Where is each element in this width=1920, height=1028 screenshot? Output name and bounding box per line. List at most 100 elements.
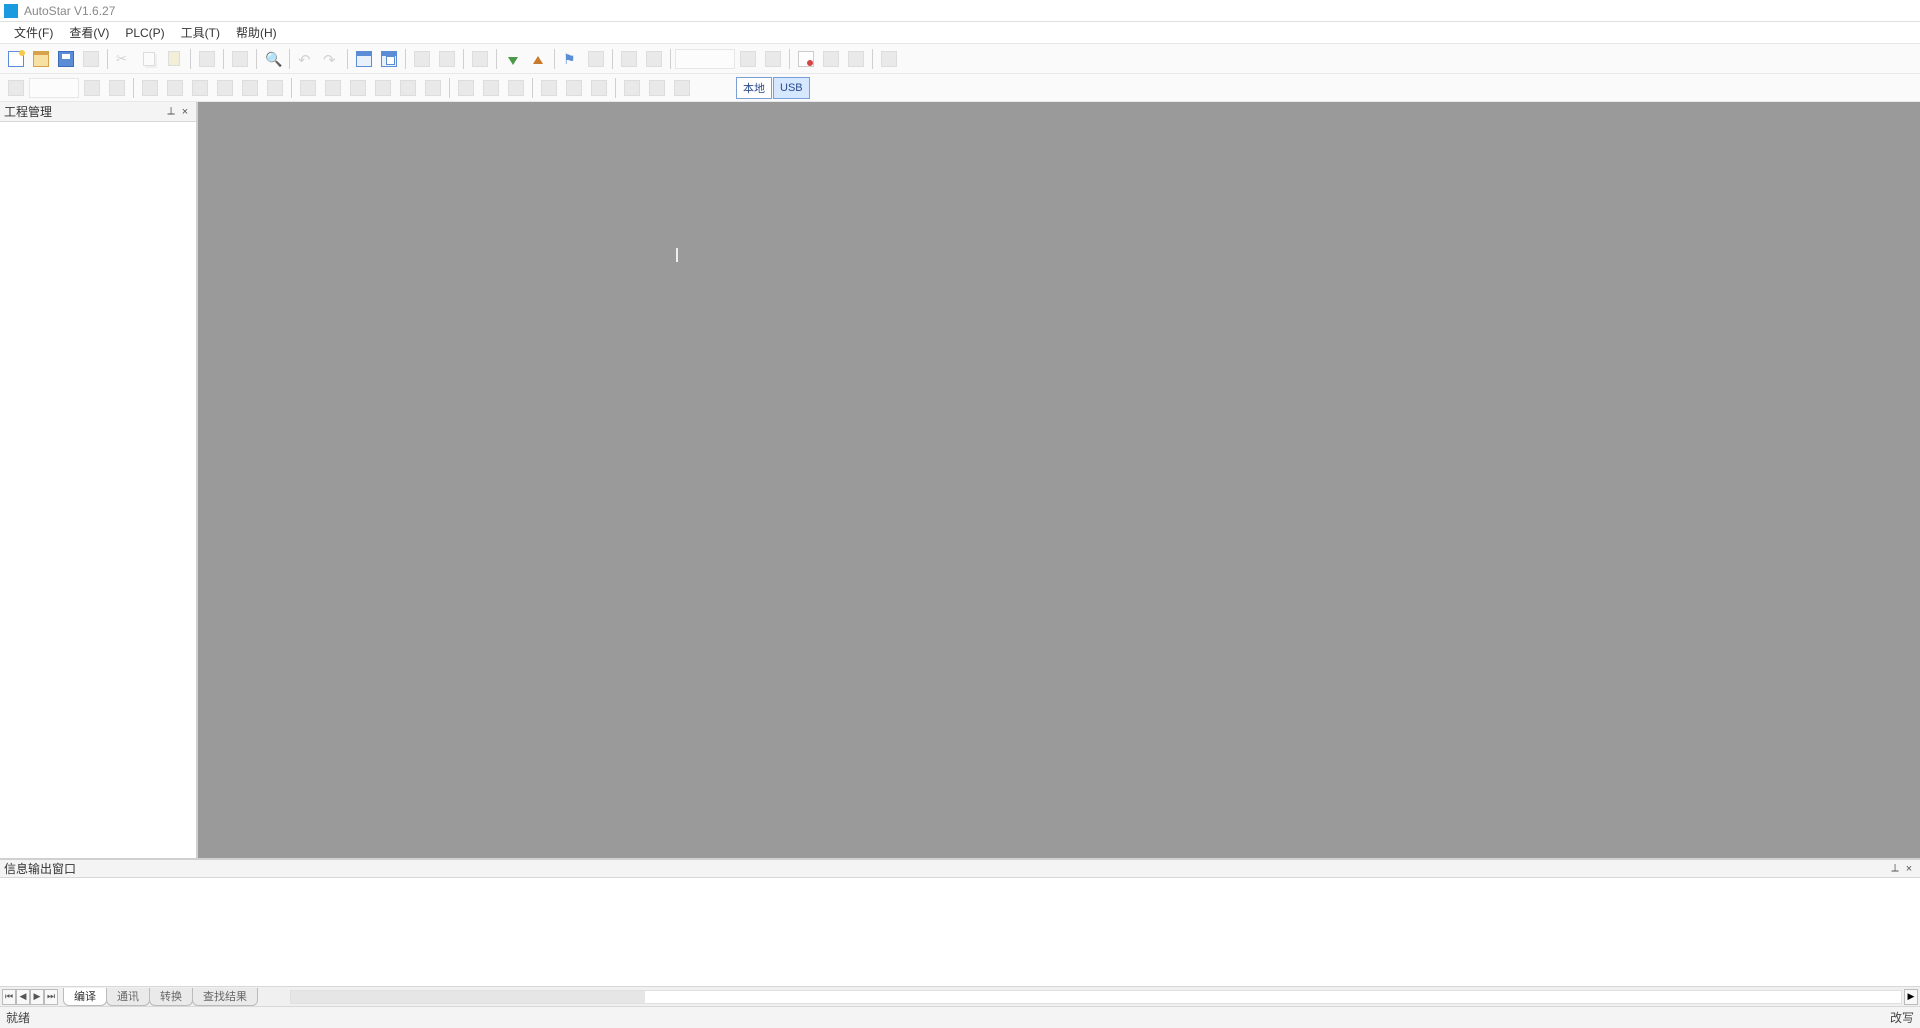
pin-icon[interactable]: ⟂	[164, 105, 178, 119]
output-tab-comm[interactable]: 通讯	[106, 988, 150, 1006]
download-icon	[508, 57, 518, 65]
ladder-btn-20	[562, 76, 586, 100]
generic-icon	[848, 51, 864, 67]
menu-tool[interactable]: 工具(T)	[173, 22, 228, 43]
ladder-btn-24	[670, 76, 694, 100]
close-icon[interactable]: ×	[1902, 862, 1916, 876]
generic-icon	[646, 51, 662, 67]
ladder-btn-18	[504, 76, 528, 100]
cursor-indicator	[676, 248, 678, 262]
ladder-btn-16	[454, 76, 478, 100]
ladder-btn-19	[537, 76, 561, 100]
project-panel-button[interactable]	[352, 47, 376, 71]
tb-disabled-9	[819, 47, 843, 71]
ladder-icon	[425, 80, 441, 96]
connection-local-button[interactable]: 本地	[736, 77, 772, 99]
project-tree[interactable]	[0, 122, 196, 858]
upload-button[interactable]	[526, 47, 550, 71]
ladder-combo	[29, 78, 79, 98]
project-panel: 工程管理 ⟂ ×	[0, 102, 198, 858]
ladder-btn-5	[163, 76, 187, 100]
generic-icon	[621, 51, 637, 67]
menu-plc[interactable]: PLC(P)	[117, 24, 172, 42]
output-tab-convert[interactable]: 转换	[149, 988, 193, 1006]
tb-disabled-5	[617, 47, 641, 71]
toolbar-separator	[405, 49, 406, 69]
toolbar-separator	[496, 49, 497, 69]
generic-icon	[881, 51, 897, 67]
generic-icon	[765, 51, 781, 67]
status-left: 就绪	[6, 1009, 1890, 1026]
toolbar-separator	[463, 49, 464, 69]
search-button[interactable]	[261, 47, 285, 71]
output-panel-button[interactable]	[377, 47, 401, 71]
ladder-btn-15	[421, 76, 445, 100]
tb-disabled-10	[844, 47, 868, 71]
toolbar-separator	[872, 49, 873, 69]
save-button[interactable]	[54, 47, 78, 71]
generic-icon	[823, 51, 839, 67]
tb-disabled-1	[410, 47, 434, 71]
toolbar-row-1	[0, 44, 1920, 74]
close-icon[interactable]: ×	[178, 105, 192, 119]
ladder-icon	[624, 80, 640, 96]
generic-icon	[414, 51, 430, 67]
ladder-icon	[109, 80, 125, 96]
menu-file[interactable]: 文件(F)	[6, 22, 61, 43]
app-icon	[4, 4, 18, 18]
ladder-btn-4	[138, 76, 162, 100]
tab-nav-next[interactable]: ▶	[30, 989, 44, 1005]
pin-icon[interactable]: ⟂	[1888, 862, 1902, 876]
menu-help[interactable]: 帮助(H)	[228, 22, 285, 43]
tab-nav-prev[interactable]: ◀	[16, 989, 30, 1005]
output-body[interactable]	[0, 878, 1920, 986]
workspace[interactable]	[198, 102, 1920, 858]
ladder-icon	[167, 80, 183, 96]
toolbar-row-2: 本地 USB	[0, 74, 1920, 102]
toolbar-separator	[532, 78, 533, 98]
generic-icon	[439, 51, 455, 67]
output-hscroll-track[interactable]	[290, 990, 1902, 1004]
delete-button	[195, 47, 219, 71]
output-tab-compile[interactable]: 编译	[63, 988, 107, 1006]
output-tab-search[interactable]: 查找结果	[192, 988, 258, 1006]
connection-usb-button[interactable]: USB	[773, 77, 810, 99]
alert-button[interactable]	[794, 47, 818, 71]
flag-button[interactable]	[559, 47, 583, 71]
toolbar-separator	[449, 78, 450, 98]
ladder-btn-1	[4, 76, 28, 100]
tb-disabled-6	[642, 47, 666, 71]
menubar: 文件(F) 查看(V) PLC(P) 工具(T) 帮助(H)	[0, 22, 1920, 44]
tab-nav-first[interactable]: ⏮	[2, 989, 16, 1005]
tb-disabled-3	[468, 47, 492, 71]
toolbar-separator	[107, 49, 108, 69]
ladder-icon	[541, 80, 557, 96]
download-button[interactable]	[501, 47, 525, 71]
ladder-btn-8	[238, 76, 262, 100]
window-title: AutoStar V1.6.27	[24, 4, 115, 18]
save-all-button	[79, 47, 103, 71]
ladder-btn-21	[587, 76, 611, 100]
tab-nav-last[interactable]: ⏭	[44, 989, 58, 1005]
save-all-icon	[83, 51, 99, 67]
open-button[interactable]	[29, 47, 53, 71]
toolbar-separator	[615, 78, 616, 98]
redo-icon	[323, 51, 339, 67]
ladder-btn-14	[396, 76, 420, 100]
tb-disabled-7	[736, 47, 760, 71]
tb-disabled-8	[761, 47, 785, 71]
menu-view[interactable]: 查看(V)	[61, 22, 117, 43]
cut-button	[112, 47, 136, 71]
paste-button	[162, 47, 186, 71]
output-hscroll-thumb[interactable]	[291, 991, 645, 1003]
save-icon	[58, 51, 74, 67]
ladder-btn-10	[296, 76, 320, 100]
new-file-icon	[8, 51, 24, 67]
ladder-icon	[300, 80, 316, 96]
generic-icon	[588, 51, 604, 67]
new-button[interactable]	[4, 47, 28, 71]
toolbar-separator	[789, 49, 790, 69]
output-hscroll-right[interactable]: ▶	[1904, 989, 1918, 1005]
ladder-btn-9	[263, 76, 287, 100]
copy-icon	[143, 52, 155, 66]
